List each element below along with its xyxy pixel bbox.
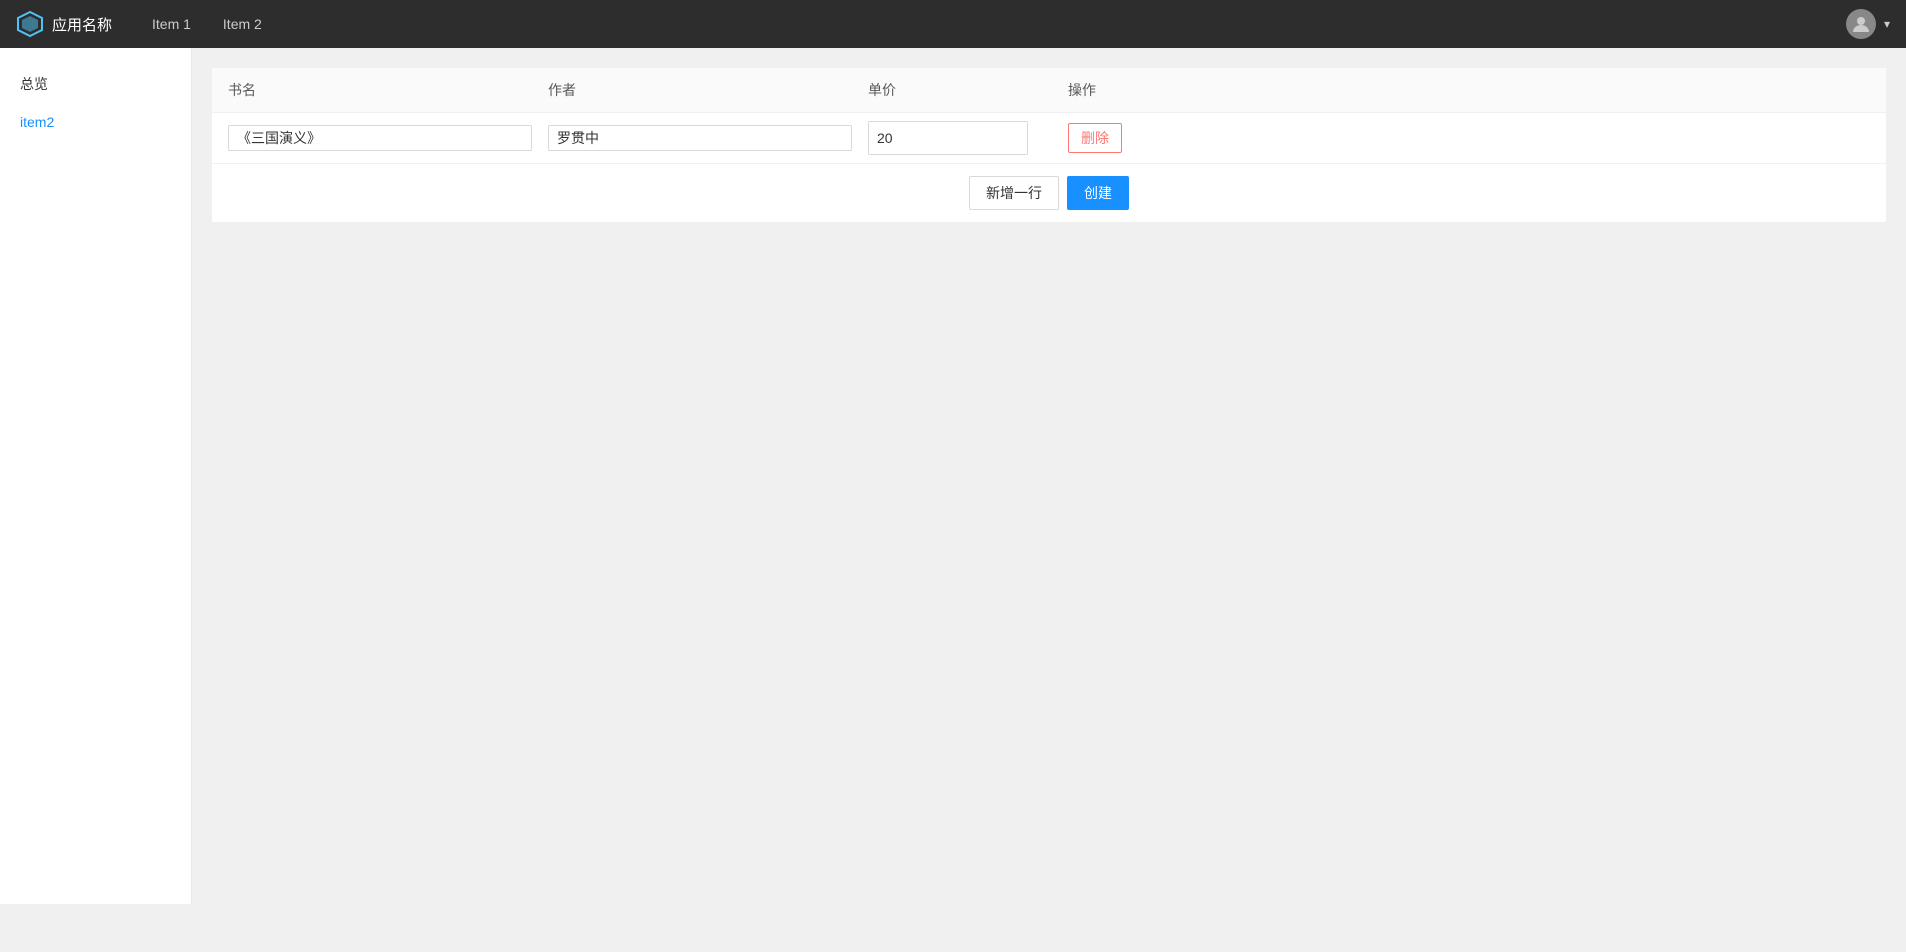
navbar-menu: Item 1 Item 2 bbox=[136, 0, 1846, 48]
logo-icon bbox=[16, 10, 44, 38]
sidebar: 总览 item2 bbox=[0, 48, 192, 904]
main-content: 书名 作者 单价 操作 ▲ ▼ bbox=[192, 48, 1906, 904]
user-icon bbox=[1852, 15, 1870, 33]
create-button[interactable]: 创建 bbox=[1067, 176, 1129, 210]
navbar: 应用名称 Item 1 Item 2 ▾ bbox=[0, 0, 1906, 48]
chevron-down-icon[interactable]: ▾ bbox=[1884, 17, 1890, 31]
navbar-logo: 应用名称 bbox=[16, 10, 112, 38]
navbar-right: ▾ bbox=[1846, 9, 1890, 39]
col-header-action: 操作 bbox=[1068, 80, 1870, 100]
cell-action: 删除 bbox=[1068, 123, 1870, 153]
cell-author bbox=[548, 125, 868, 151]
cell-price: ▲ ▼ bbox=[868, 121, 1068, 155]
table-row: ▲ ▼ 删除 bbox=[212, 113, 1886, 164]
app-name: 应用名称 bbox=[52, 14, 112, 35]
input-author[interactable] bbox=[548, 125, 852, 151]
navbar-menu-item-2[interactable]: Item 2 bbox=[207, 0, 278, 48]
table-header: 书名 作者 单价 操作 bbox=[212, 68, 1886, 113]
action-row: 新增一行 创建 bbox=[212, 164, 1886, 222]
col-header-book-name: 书名 bbox=[228, 80, 548, 100]
input-price[interactable] bbox=[869, 122, 1028, 154]
cell-book-name bbox=[228, 125, 548, 151]
col-header-price: 单价 bbox=[868, 80, 1068, 100]
price-input-wrapper: ▲ ▼ bbox=[868, 121, 1028, 155]
avatar[interactable] bbox=[1846, 9, 1876, 39]
col-header-author: 作者 bbox=[548, 80, 868, 100]
sidebar-item-item2[interactable]: item2 bbox=[0, 104, 191, 140]
sidebar-item-overview[interactable]: 总览 bbox=[0, 64, 191, 104]
add-row-button[interactable]: 新增一行 bbox=[969, 176, 1059, 210]
app-layout: 总览 item2 书名 作者 单价 操作 bbox=[0, 48, 1906, 904]
delete-button[interactable]: 删除 bbox=[1068, 123, 1122, 153]
table-container: 书名 作者 单价 操作 ▲ ▼ bbox=[212, 68, 1886, 222]
input-book-name[interactable] bbox=[228, 125, 532, 151]
navbar-menu-item-1[interactable]: Item 1 bbox=[136, 0, 207, 48]
